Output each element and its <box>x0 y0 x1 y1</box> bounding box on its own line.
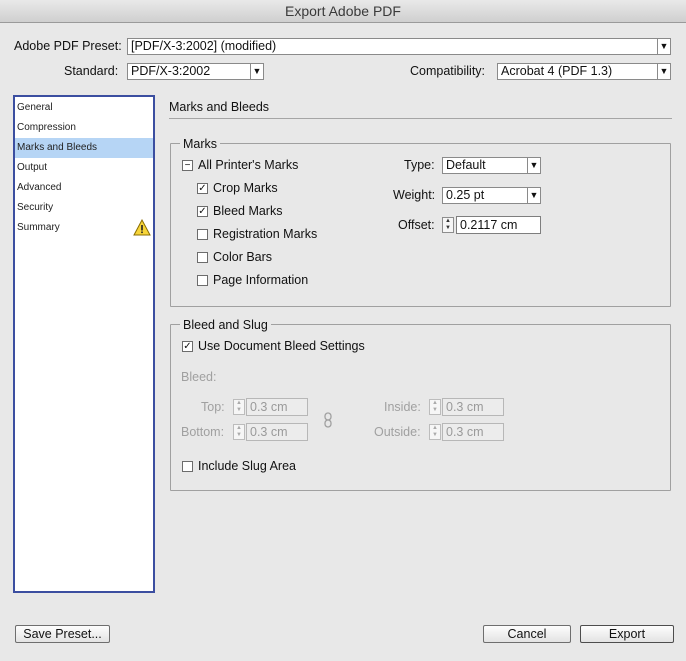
type-label: Type: <box>404 158 435 172</box>
standard-value: PDF/X-3:2002 <box>131 64 211 78</box>
sidebar-item-label: Security <box>17 202 54 213</box>
bottom-stepper[interactable]: ▲ ▼ <box>233 424 245 440</box>
sidebar-item-label: Summary <box>17 222 60 233</box>
offset-field[interactable]: 0.2117 cm <box>456 216 541 234</box>
outside-stepper[interactable]: ▲ ▼ <box>429 424 441 440</box>
weight-value: 0.25 pt <box>446 188 485 202</box>
panel-title: Marks and Bleeds <box>169 100 270 114</box>
sidebar-item-compression[interactable]: Compression <box>15 118 153 138</box>
cancel-button[interactable]: Cancel <box>483 625 571 643</box>
registration-marks-label: Registration Marks <box>213 227 318 241</box>
preset-dropdown[interactable]: [PDF/X-3:2002] (modified) ▼ <box>127 38 671 55</box>
sidebar: General Compression Marks and Bleeds Out… <box>13 95 155 593</box>
sidebar-item-marks-and-bleeds[interactable]: Marks and Bleeds <box>15 138 153 158</box>
crop-marks-label: Crop Marks <box>213 181 278 195</box>
bleed-label: Bleed: <box>181 370 217 384</box>
use-document-bleed-label: Use Document Bleed Settings <box>198 339 365 353</box>
sidebar-item-general[interactable]: General <box>15 98 153 118</box>
sidebar-item-label: Output <box>17 162 48 173</box>
color-bars-checkbox[interactable] <box>197 252 208 263</box>
inside-field[interactable]: 0.3 cm <box>442 398 504 416</box>
include-slug-checkbox[interactable] <box>182 461 193 472</box>
all-printers-marks-label: All Printer's Marks <box>198 158 299 172</box>
compatibility-dropdown[interactable]: Acrobat 4 (PDF 1.3) ▼ <box>497 63 671 80</box>
chevron-down-icon: ▼ <box>527 158 540 173</box>
sidebar-item-security[interactable]: Security <box>15 198 153 218</box>
sidebar-item-label: Advanced <box>17 182 62 193</box>
outside-field[interactable]: 0.3 cm <box>442 423 504 441</box>
color-bars-label: Color Bars <box>213 250 273 264</box>
bleed-slug-group-label: Bleed and Slug <box>180 318 271 332</box>
type-value: Default <box>446 158 486 172</box>
standard-dropdown[interactable]: PDF/X-3:2002 ▼ <box>127 63 264 80</box>
bleed-marks-checkbox[interactable]: ✓ <box>197 206 208 217</box>
sidebar-item-label: Marks and Bleeds <box>17 142 98 153</box>
preset-label: Adobe PDF Preset: <box>14 39 122 53</box>
top-stepper[interactable]: ▲ ▼ <box>233 399 245 415</box>
export-button[interactable]: Export <box>580 625 674 643</box>
weight-dropdown[interactable]: 0.25 pt ▼ <box>442 187 541 204</box>
window-title: Export Adobe PDF <box>0 0 686 23</box>
chevron-down-icon: ▼ <box>657 64 670 79</box>
page-information-label: Page Information <box>213 273 309 287</box>
offset-label: Offset: <box>398 218 435 232</box>
include-slug-label: Include Slug Area <box>198 459 296 473</box>
bottom-label: Bottom: <box>181 425 225 439</box>
use-document-bleed-checkbox[interactable]: ✓ <box>182 341 193 352</box>
save-preset-button[interactable]: Save Preset... <box>15 625 110 643</box>
chevron-down-icon: ▼ <box>657 39 670 54</box>
weight-label: Weight: <box>393 188 436 202</box>
inside-label: Inside: <box>384 400 421 414</box>
page-information-checkbox[interactable] <box>197 275 208 286</box>
crop-marks-checkbox[interactable]: ✓ <box>197 183 208 194</box>
sidebar-item-label: General <box>17 102 53 113</box>
bleed-marks-label: Bleed Marks <box>213 204 283 218</box>
inside-stepper[interactable]: ▲ ▼ <box>429 399 441 415</box>
registration-marks-checkbox[interactable] <box>197 229 208 240</box>
sidebar-item-label: Compression <box>17 122 76 133</box>
marks-group-label: Marks <box>180 137 221 151</box>
top-field[interactable]: 0.3 cm <box>246 398 308 416</box>
sidebar-item-advanced[interactable]: Advanced <box>15 178 153 198</box>
compatibility-value: Acrobat 4 (PDF 1.3) <box>501 64 613 78</box>
offset-stepper[interactable]: ▲ ▼ <box>442 217 454 233</box>
bottom-field[interactable]: 0.3 cm <box>246 423 308 441</box>
chevron-down-icon: ▼ <box>527 188 540 203</box>
all-printers-marks-checkbox[interactable]: − <box>182 160 193 171</box>
preset-value: [PDF/X-3:2002] (modified) <box>131 39 277 53</box>
chain-link-icon[interactable] <box>323 412 333 431</box>
divider <box>169 118 672 119</box>
outside-label: Outside: <box>374 425 421 439</box>
standard-label: Standard: <box>64 64 119 78</box>
compatibility-label: Compatibility: <box>410 64 486 78</box>
top-label: Top: <box>201 400 225 414</box>
type-dropdown[interactable]: Default ▼ <box>442 157 541 174</box>
sidebar-item-output[interactable]: Output <box>15 158 153 178</box>
warning-icon <box>133 218 151 244</box>
chevron-down-icon: ▼ <box>250 64 263 79</box>
sidebar-item-summary[interactable]: Summary <box>15 218 153 238</box>
